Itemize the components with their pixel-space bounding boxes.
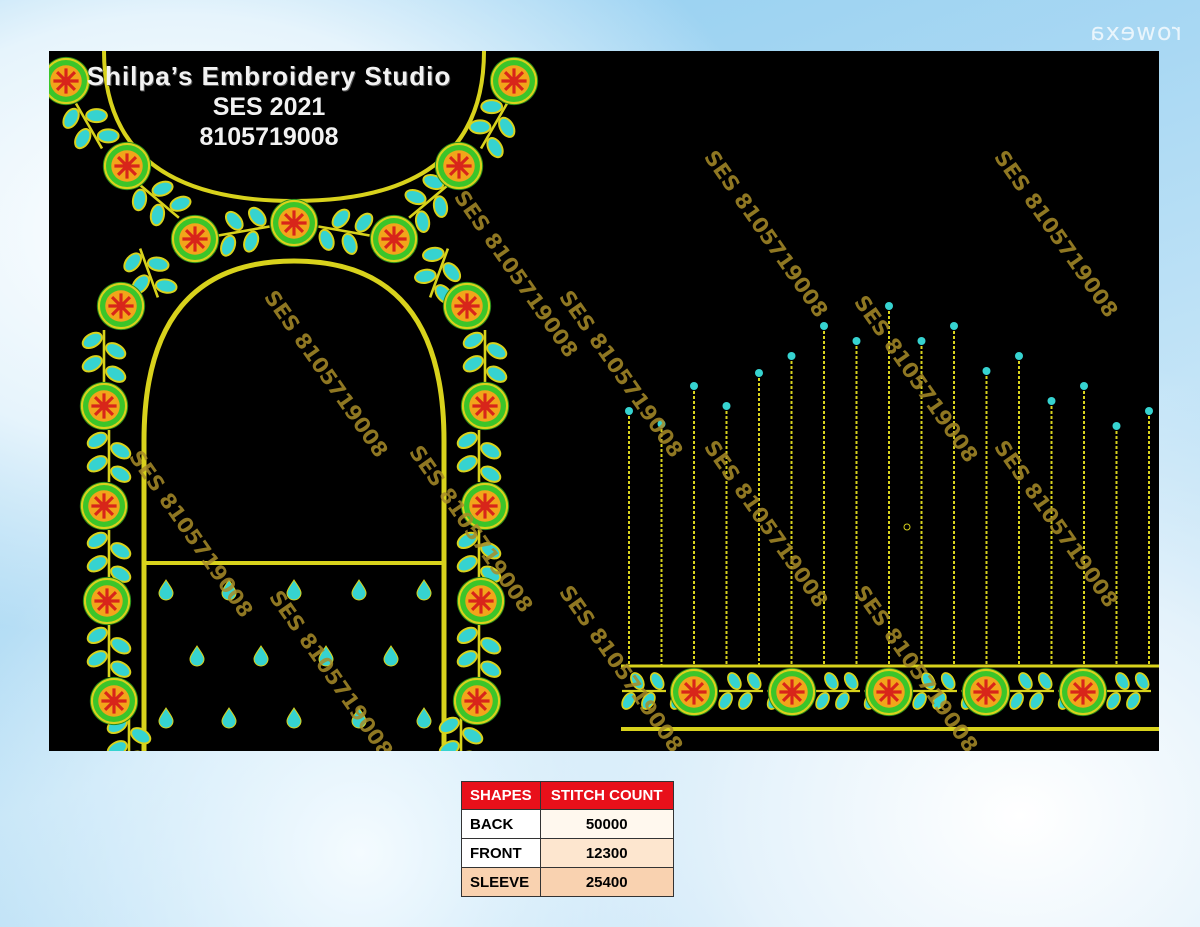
stitch-count: 25400 (539, 867, 674, 897)
table-row: BACK 50000 (461, 809, 674, 839)
table-row: SLEEVE 25400 (461, 867, 674, 897)
stitch-count: 12300 (539, 838, 674, 868)
shape-name: FRONT (461, 838, 541, 868)
shape-name: BACK (461, 809, 541, 839)
sleeve-border-design (618, 302, 1159, 731)
stitch-count: 50000 (539, 809, 674, 839)
stitch-count-table: SHAPES STITCH COUNT BACK 50000 FRONT 123… (461, 781, 674, 897)
back-neck-design (49, 51, 540, 751)
table-header-shapes: SHAPES (461, 781, 541, 810)
studio-name: Shilpa’s Embroidery Studio (86, 61, 452, 91)
studio-phone: 8105719008 (199, 123, 339, 151)
studio-code: SES 2021 (212, 93, 326, 121)
shape-name: SLEEVE (461, 867, 541, 897)
embroidery-design-panel: Shilpa’s Embroidery Studio SES 2021 8105… (49, 51, 1159, 751)
table-header-stitch-count: STITCH COUNT (539, 781, 674, 810)
table-row: FRONT 12300 (461, 838, 674, 868)
corner-watermark: rowexa (1089, 18, 1182, 46)
